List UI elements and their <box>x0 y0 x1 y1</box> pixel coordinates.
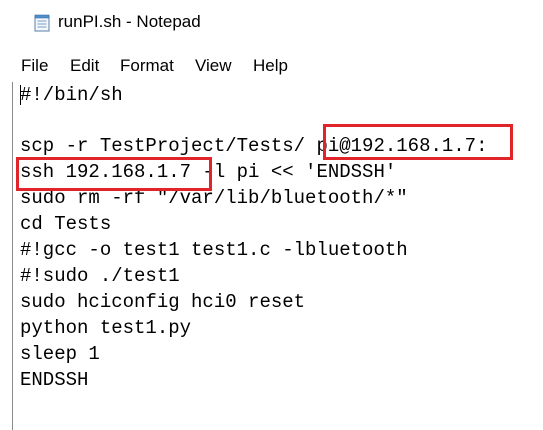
text-editor-area[interactable]: #!/bin/sh scp -r TestProject/Tests/ pi@1… <box>12 82 543 430</box>
code-line: #!gcc -o test1 test1.c -lbluetooth <box>20 239 408 261</box>
highlight-box-pi-address <box>323 124 513 160</box>
code-line: sleep 1 <box>20 343 100 365</box>
code-line: #!/bin/sh <box>20 84 123 106</box>
notepad-window: runPI.sh - Notepad File Edit Format View… <box>0 0 543 430</box>
highlight-box-ssh-address <box>16 157 212 191</box>
code-line: python test1.py <box>20 317 192 339</box>
code-line: sudo hciconfig hci0 reset <box>20 291 306 313</box>
code-line: ENDSSH <box>20 369 89 391</box>
menu-format[interactable]: Format <box>120 56 174 76</box>
menu-edit[interactable]: Edit <box>70 56 99 76</box>
menu-bar: File Edit Format View Help <box>0 50 543 80</box>
code-line: #!sudo ./test1 <box>20 265 180 287</box>
code-line: cd Tests <box>20 213 112 235</box>
window-title: runPI.sh - Notepad <box>58 12 201 31</box>
text-caret <box>20 85 21 105</box>
notepad-icon <box>34 14 50 32</box>
menu-help[interactable]: Help <box>253 56 288 76</box>
menu-view[interactable]: View <box>195 56 232 76</box>
menu-file[interactable]: File <box>21 56 48 76</box>
title-bar: runPI.sh - Notepad <box>0 0 543 46</box>
